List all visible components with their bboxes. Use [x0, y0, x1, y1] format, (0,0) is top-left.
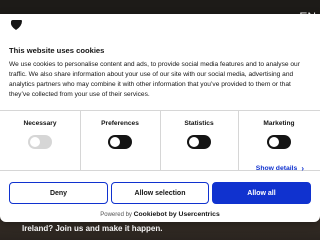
hero-text: Ireland? Join us and make it happen.	[22, 224, 163, 233]
show-details-label: Show details	[255, 165, 298, 172]
powered-by-label: Powered by	[100, 212, 132, 218]
page-header-background	[0, 0, 320, 14]
toggle-preferences[interactable]	[108, 135, 132, 149]
allow-all-button[interactable]: Allow all	[212, 182, 311, 204]
category-marketing: Marketing	[238, 110, 320, 170]
category-preferences: Preferences	[80, 110, 160, 170]
show-details-link[interactable]: Show details ›	[256, 164, 304, 173]
toggle-statistics[interactable]	[187, 135, 211, 149]
dialog-title: This website uses cookies	[9, 46, 105, 55]
toggle-necessary	[28, 135, 52, 149]
allow-selection-button[interactable]: Allow selection	[111, 182, 209, 204]
cookiebot-logo-icon	[10, 20, 22, 30]
category-label-preferences: Preferences	[101, 120, 139, 127]
category-statistics: Statistics	[160, 110, 238, 170]
toggle-marketing[interactable]	[267, 135, 291, 149]
category-label-marketing: Marketing	[263, 120, 295, 127]
cookie-consent-dialog: This website uses cookies We use cookies…	[0, 14, 320, 222]
cookiebot-brand-link[interactable]: Cookiebot by Usercentrics	[134, 211, 220, 218]
dialog-description: We use cookies to personalise content an…	[9, 61, 300, 98]
chevron-right-icon: ›	[301, 164, 304, 173]
category-necessary: Necessary	[0, 110, 80, 170]
deny-button[interactable]: Deny	[9, 182, 108, 204]
category-label-necessary: Necessary	[23, 120, 57, 127]
powered-by: Powered by Cookiebot by Usercentrics	[0, 211, 320, 218]
category-label-statistics: Statistics	[184, 120, 214, 127]
